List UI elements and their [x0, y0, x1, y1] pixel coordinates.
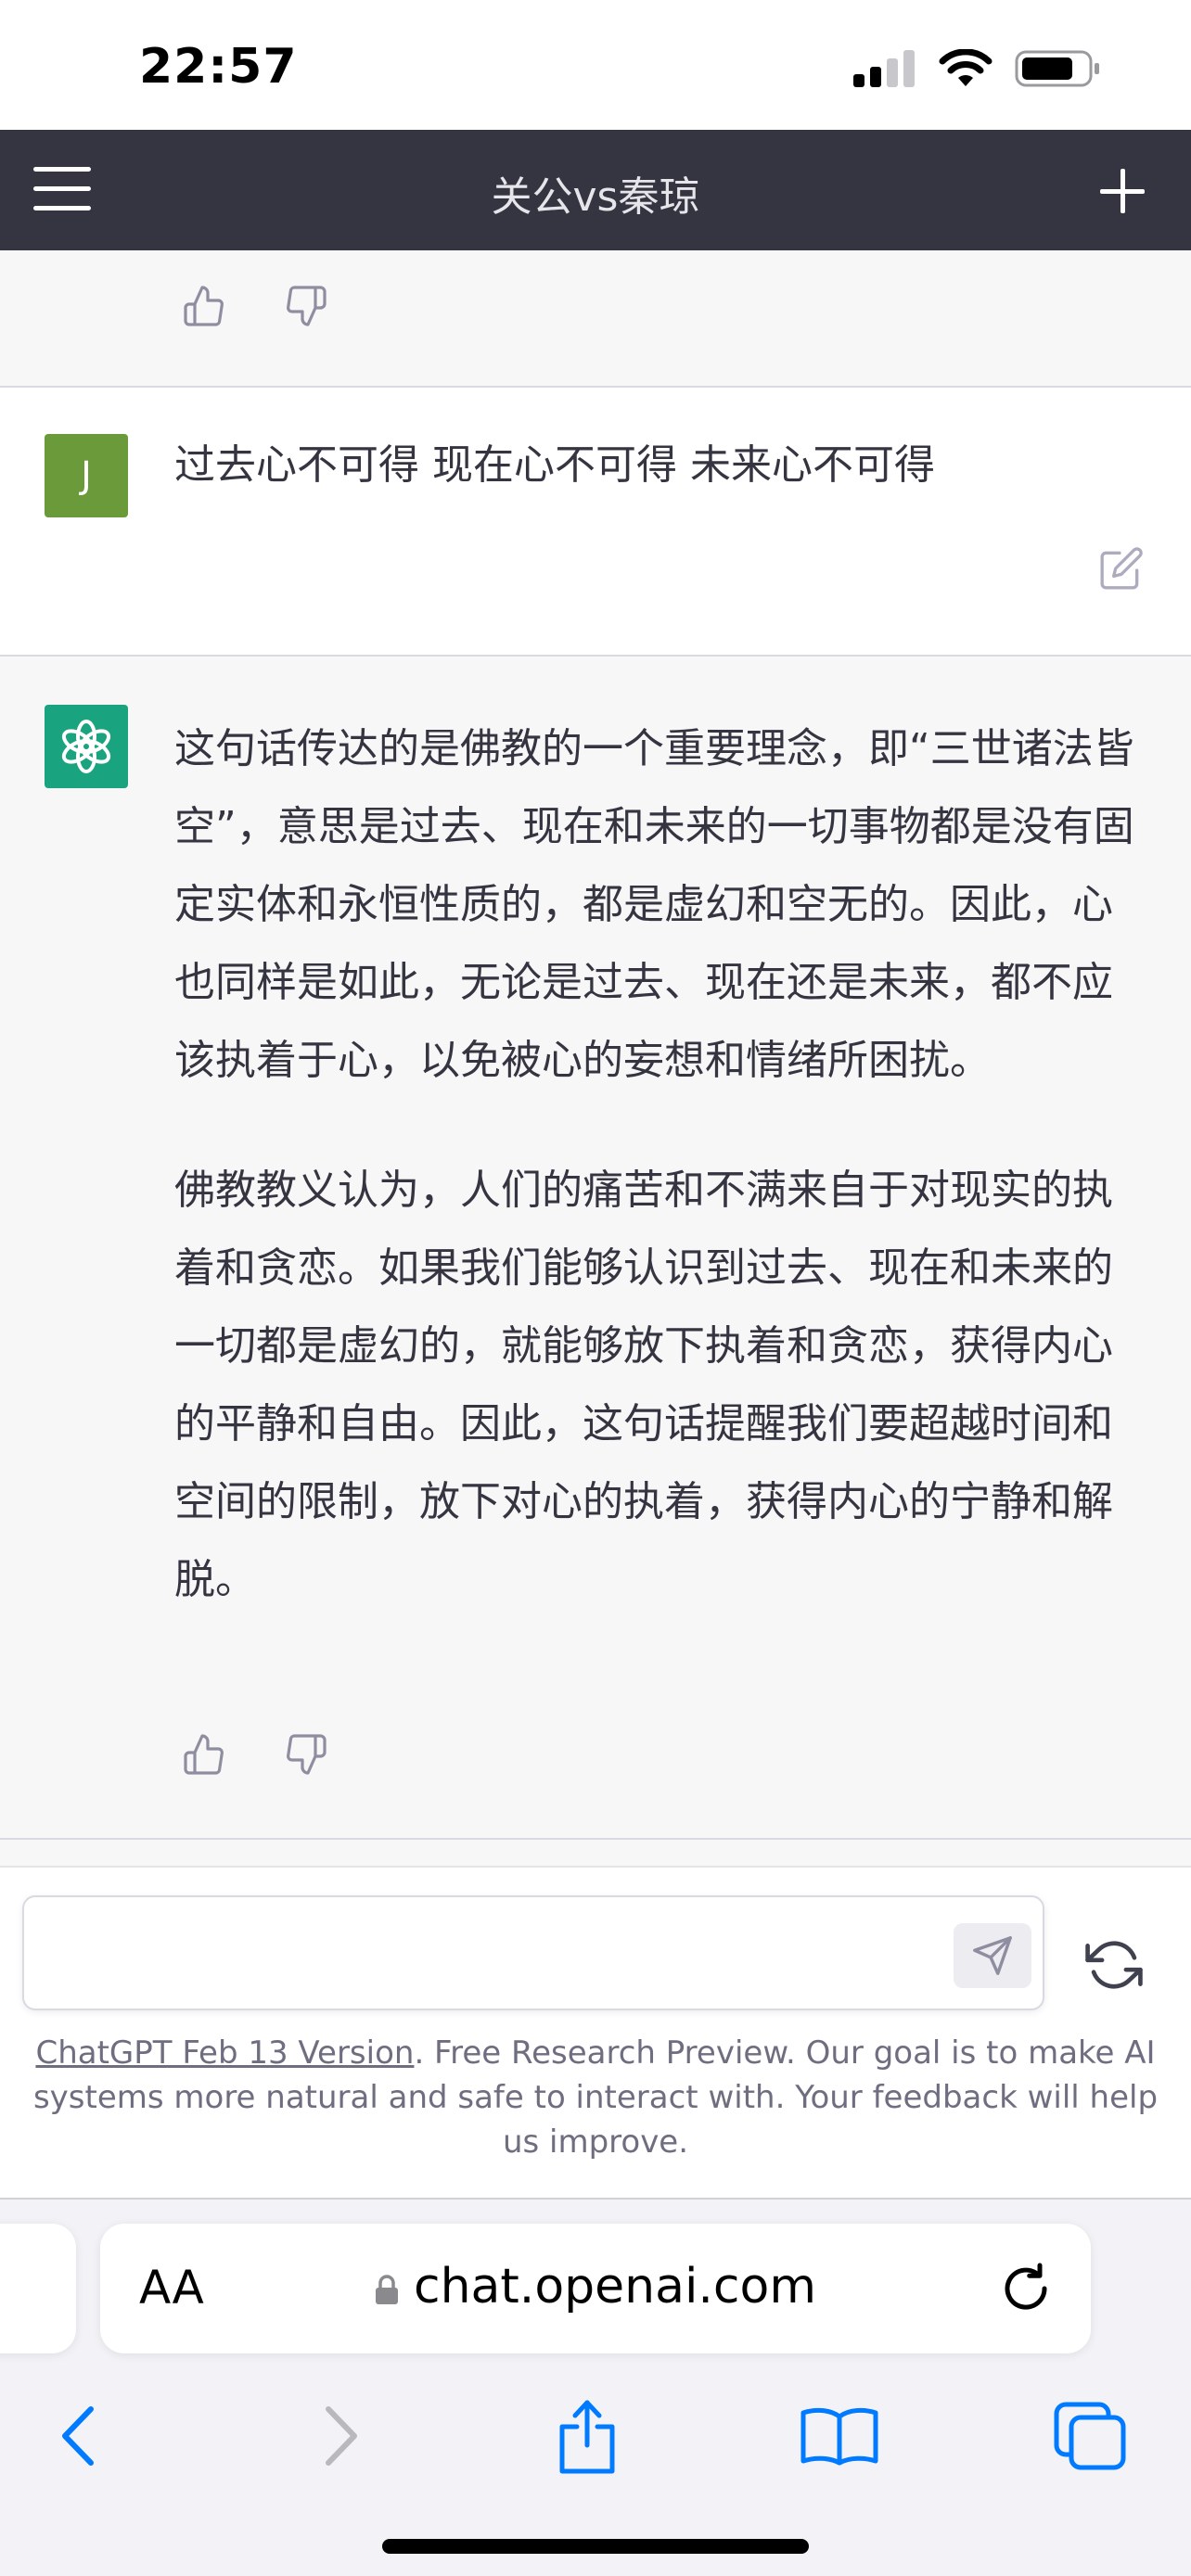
disclaimer: ChatGPT Feb 13 Version. Free Research Pr…: [28, 2031, 1163, 2164]
tabs-icon: [1054, 2402, 1126, 2470]
status-bar: 22:57: [0, 0, 1191, 130]
thumbs-down-icon[interactable]: [284, 1732, 328, 1777]
composer: ChatGPT Feb 13 Version. Free Research Pr…: [0, 1866, 1191, 2198]
thumbs-up-icon[interactable]: [182, 1732, 226, 1777]
cellular-signal-icon: [853, 50, 915, 87]
user-message-row: J 过去心不可得 现在心不可得 未来心不可得: [0, 388, 1191, 657]
url-text: chat.openai.com: [413, 2259, 816, 2315]
new-chat-button[interactable]: [1100, 169, 1145, 213]
share-button[interactable]: [545, 2394, 629, 2478]
message-input[interactable]: [22, 1895, 1044, 2010]
battery-icon: [1015, 50, 1099, 87]
back-button[interactable]: [37, 2394, 121, 2478]
lock-icon: [375, 2275, 398, 2304]
openai-logo-icon: [61, 720, 111, 773]
previous-tab-peek[interactable]: [0, 2224, 76, 2353]
user-message-text: 过去心不可得 现在心不可得 未来心不可得: [174, 441, 935, 489]
share-icon: [559, 2400, 615, 2474]
assistant-paragraph: 这句话传达的是佛教的一个重要理念，即“三世诸法皆空”，意思是过去、现在和未来的一…: [174, 725, 1134, 1084]
conversation-title: 关公vs秦琼: [491, 173, 700, 221]
url-display[interactable]: chat.openai.com: [100, 2259, 1091, 2315]
version-link[interactable]: ChatGPT Feb 13 Version: [35, 2034, 414, 2072]
wifi-icon: [939, 49, 992, 86]
home-indicator: [382, 2539, 809, 2554]
chevron-right-icon: [326, 2406, 357, 2466]
assistant-paragraph: 佛教教义认为，人们的痛苦和不满来自于对现实的执着和贪恋。如果我们能够认识到过去、…: [174, 1167, 1113, 1603]
edit-icon[interactable]: [1098, 545, 1145, 592]
bookmarks-button[interactable]: [798, 2394, 881, 2478]
assistant-message-row: 这句话传达的是佛教的一个重要理念，即“三世诸法皆空”，意思是过去、现在和未来的一…: [0, 657, 1191, 1840]
book-icon: [800, 2407, 878, 2466]
send-icon: [973, 1936, 1012, 1975]
assistant-avatar: [45, 705, 128, 788]
reload-icon[interactable]: [998, 2261, 1054, 2316]
assistant-message-text: 这句话传达的是佛教的一个重要理念，即“三世诸法皆空”，意思是过去、现在和未来的一…: [174, 710, 1139, 1671]
previous-message-row: [0, 250, 1191, 388]
chevron-left-icon: [62, 2406, 94, 2466]
browser-nav: [0, 2376, 1191, 2487]
address-bar[interactable]: AA chat.openai.com: [100, 2224, 1091, 2353]
status-icons: [853, 48, 1102, 89]
send-button[interactable]: [954, 1923, 1031, 1988]
feedback-buttons: [182, 284, 328, 328]
thumbs-up-icon[interactable]: [182, 284, 226, 328]
feedback-buttons: [182, 1732, 328, 1777]
browser-toolbar: AA chat.openai.com: [0, 2198, 1191, 2576]
thumbs-down-icon[interactable]: [284, 284, 328, 328]
regenerate-icon[interactable]: [1085, 1936, 1143, 1994]
chat-header: 关公vs秦琼: [0, 130, 1191, 250]
status-time: 22:57: [139, 39, 298, 95]
user-avatar: J: [45, 434, 128, 517]
forward-button[interactable]: [299, 2394, 382, 2478]
tabs-button[interactable]: [1048, 2394, 1132, 2478]
